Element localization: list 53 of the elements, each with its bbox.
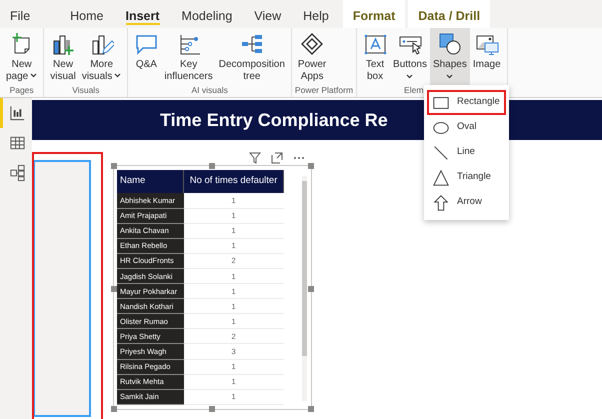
menu-item[interactable]: Arrow	[427, 190, 506, 215]
table-view-icon	[9, 134, 26, 152]
ribbon-tab[interactable]: View	[243, 0, 292, 28]
resize-handle[interactable]	[209, 163, 215, 169]
line-icon	[432, 144, 450, 162]
shapes-icon	[438, 32, 462, 56]
scrollbar[interactable]	[302, 176, 307, 401]
group-label: Pages	[8, 85, 35, 97]
ribbon-button[interactable]: Shapes	[430, 28, 470, 85]
group-label: AI visuals	[190, 85, 229, 97]
column-header[interactable]: No of times defaulter	[184, 170, 284, 193]
group-label: Power Platform	[294, 85, 354, 97]
column-header[interactable]: Name	[117, 170, 184, 193]
ribbon-button[interactable]: Power Apps	[294, 28, 330, 85]
ribbon-tab[interactable]: Insert	[114, 0, 171, 28]
menu-item[interactable]: Triangle	[427, 165, 506, 190]
ribbon-tab[interactable]: Format	[342, 0, 406, 28]
model-view-icon	[9, 164, 26, 182]
resize-handle[interactable]	[308, 406, 314, 412]
ribbon-button[interactable]: Image	[470, 28, 504, 85]
focus-mode-icon[interactable]	[271, 152, 283, 164]
group-label: Visuals	[71, 85, 100, 97]
ribbon-tab[interactable]: Home	[59, 0, 114, 28]
ribbon-button[interactable]: Q&A	[131, 28, 162, 85]
menu-item[interactable]: Line	[427, 140, 506, 165]
report-view-icon	[9, 104, 26, 122]
ribbon-button[interactable]: More visuals	[78, 28, 124, 85]
resize-handle[interactable]	[111, 406, 117, 412]
group-label: Elem	[403, 85, 424, 97]
decomposition-tree-icon	[240, 32, 264, 56]
resize-handle[interactable]	[209, 406, 215, 412]
menu-item[interactable]: Rectangle	[427, 90, 506, 115]
arrow-icon	[432, 194, 450, 212]
ribbon-button[interactable]: New page	[3, 28, 40, 85]
ribbon-button[interactable]: New visual	[47, 28, 79, 85]
ribbon-tab[interactable]: File	[0, 0, 42, 28]
triangle-icon	[432, 168, 450, 186]
ribbon-button[interactable]: Key influencers	[161, 28, 216, 85]
ribbon-tab[interactable]: Help	[292, 0, 340, 28]
menu-item[interactable]: Oval	[427, 115, 506, 140]
ribbon-button[interactable]: Text box	[360, 28, 390, 85]
resize-handle[interactable]	[308, 286, 314, 292]
ribbon-tab[interactable]: Modeling	[170, 0, 244, 28]
resize-handle[interactable]	[111, 163, 117, 169]
ribbon-tab[interactable]: Data / Drill	[408, 0, 490, 28]
resize-handle[interactable]	[111, 286, 117, 292]
ribbon-button[interactable]: Decomposition tree	[216, 28, 288, 85]
resize-handle[interactable]	[308, 163, 314, 169]
diamond-icon	[300, 32, 324, 56]
report-title: Time Entry Compliance Re	[160, 108, 388, 132]
text-box-icon	[363, 32, 388, 56]
filter-icon[interactable]	[249, 152, 261, 164]
ribbon-button[interactable]: Buttons	[390, 28, 430, 85]
